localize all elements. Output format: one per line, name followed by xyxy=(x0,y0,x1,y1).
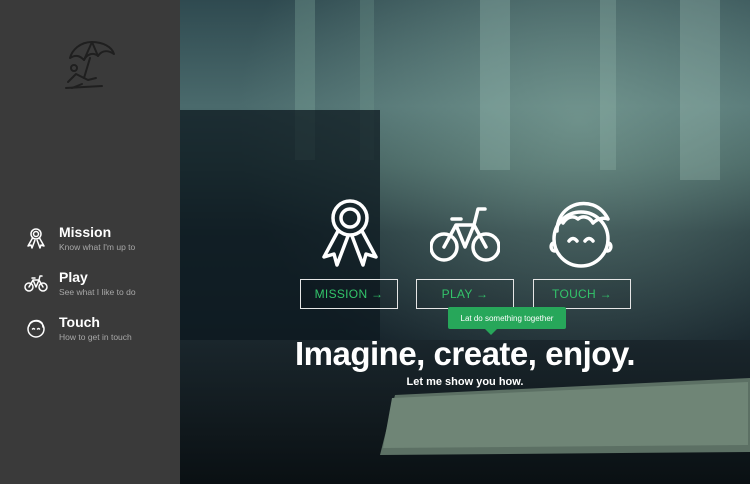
face-icon xyxy=(549,201,613,268)
sidebar-item-subtitle: See what I like to do xyxy=(59,287,136,297)
sidebar-item-subtitle: How to get in touch xyxy=(59,332,132,342)
ribbon-award-icon xyxy=(322,199,378,267)
sidebar-item-title: Mission xyxy=(59,224,112,240)
beach-umbrella-icon[interactable] xyxy=(62,38,118,92)
ribbon-award-icon xyxy=(27,228,45,249)
bicycle-icon xyxy=(24,275,48,292)
sidebar-item-title: Play xyxy=(59,269,88,285)
sidebar-item-touch[interactable]: Touch How to get in touch xyxy=(24,314,174,350)
tooltip: Lat do something together xyxy=(448,307,566,329)
play-button[interactable]: PLAY → xyxy=(416,279,514,309)
touch-button[interactable]: TOUCH → xyxy=(533,279,631,309)
mission-button[interactable]: MISSION → xyxy=(300,279,398,309)
sidebar: Mission Know what I'm up to Play See wha… xyxy=(0,0,180,484)
hero-headline: Imagine, create, enjoy. xyxy=(294,335,636,372)
hero-subline: Let me show you how. xyxy=(406,376,524,388)
sidebar-item-subtitle: Know what I'm up to xyxy=(59,242,136,252)
hero-section: MISSION → PLAY → TOUCH → Lat do somethin… xyxy=(180,0,750,484)
face-icon xyxy=(27,319,45,338)
bicycle-icon xyxy=(430,207,500,262)
sidebar-item-title: Touch xyxy=(59,314,100,330)
sidebar-item-mission[interactable]: Mission Know what I'm up to xyxy=(24,224,174,260)
sidebar-item-play[interactable]: Play See what I like to do xyxy=(24,269,174,305)
